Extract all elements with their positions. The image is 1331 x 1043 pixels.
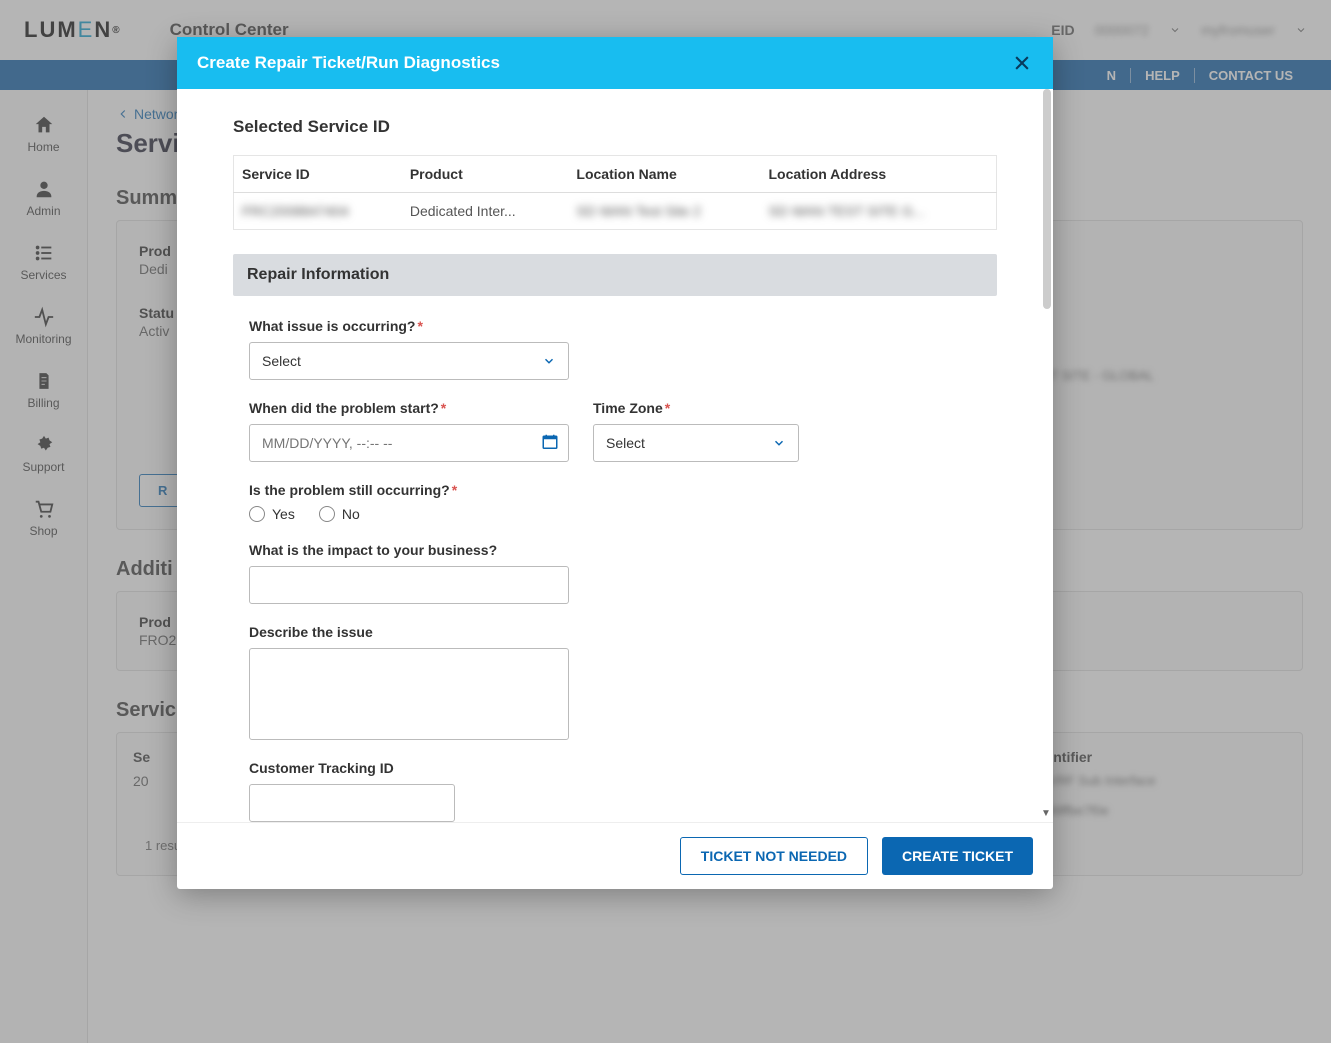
radio-icon: [249, 506, 265, 522]
cell-location-address: SD WAN TEST SITE G...: [760, 193, 996, 230]
radio-no[interactable]: No: [319, 506, 360, 522]
ticket-not-needed-button[interactable]: TICKET NOT NEEDED: [680, 837, 868, 875]
radio-yes[interactable]: Yes: [249, 506, 295, 522]
th-location-name: Location Name: [568, 156, 760, 193]
modal-body: Selected Service ID Service ID Product L…: [177, 89, 1053, 822]
th-product: Product: [402, 156, 569, 193]
tracking-label: Customer Tracking ID: [249, 760, 997, 776]
select-placeholder: Select: [262, 353, 301, 369]
modal-footer: TICKET NOT NEEDED CREATE TICKET: [177, 822, 1053, 889]
issue-select[interactable]: Select: [249, 342, 569, 380]
impact-input[interactable]: [249, 566, 569, 604]
when-label: When did the problem start?*: [249, 400, 569, 416]
repair-info-heading: Repair Information: [233, 254, 997, 296]
timezone-select[interactable]: Select: [593, 424, 799, 462]
scroll-down-icon[interactable]: ▼: [1039, 808, 1053, 822]
modal-title: Create Repair Ticket/Run Diagnostics: [197, 53, 500, 73]
scrollbar[interactable]: [1043, 89, 1051, 309]
create-ticket-modal: Create Repair Ticket/Run Diagnostics Sel…: [177, 37, 1053, 889]
impact-label: What is the impact to your business?: [249, 542, 997, 558]
timezone-label: Time Zone*: [593, 400, 799, 416]
cell-service-id: FRC2008847404: [234, 193, 402, 230]
modal-header: Create Repair Ticket/Run Diagnostics: [177, 37, 1053, 89]
tracking-input[interactable]: [249, 784, 455, 822]
create-ticket-button[interactable]: CREATE TICKET: [882, 837, 1033, 875]
radio-icon: [319, 506, 335, 522]
chevron-down-icon: [542, 354, 556, 368]
close-icon[interactable]: [1011, 52, 1033, 74]
chevron-down-icon: [772, 436, 786, 450]
selected-service-heading: Selected Service ID: [233, 117, 997, 137]
selected-service-table: Service ID Product Location Name Locatio…: [233, 155, 997, 230]
issue-label: What issue is occurring?*: [249, 318, 997, 334]
problem-start-input[interactable]: [249, 424, 569, 462]
select-placeholder: Select: [606, 435, 645, 451]
th-service-id: Service ID: [234, 156, 402, 193]
table-row: FRC2008847404 Dedicated Inter... SD WAN …: [234, 193, 997, 230]
describe-textarea[interactable]: [249, 648, 569, 740]
still-occurring-label: Is the problem still occurring?*: [249, 482, 997, 498]
radio-yes-label: Yes: [272, 506, 295, 522]
th-location-address: Location Address: [760, 156, 996, 193]
calendar-icon[interactable]: [541, 433, 559, 454]
describe-label: Describe the issue: [249, 624, 997, 640]
cell-product: Dedicated Inter...: [402, 193, 569, 230]
radio-no-label: No: [342, 506, 360, 522]
cell-location-name: SD WAN Test Site 2: [568, 193, 760, 230]
